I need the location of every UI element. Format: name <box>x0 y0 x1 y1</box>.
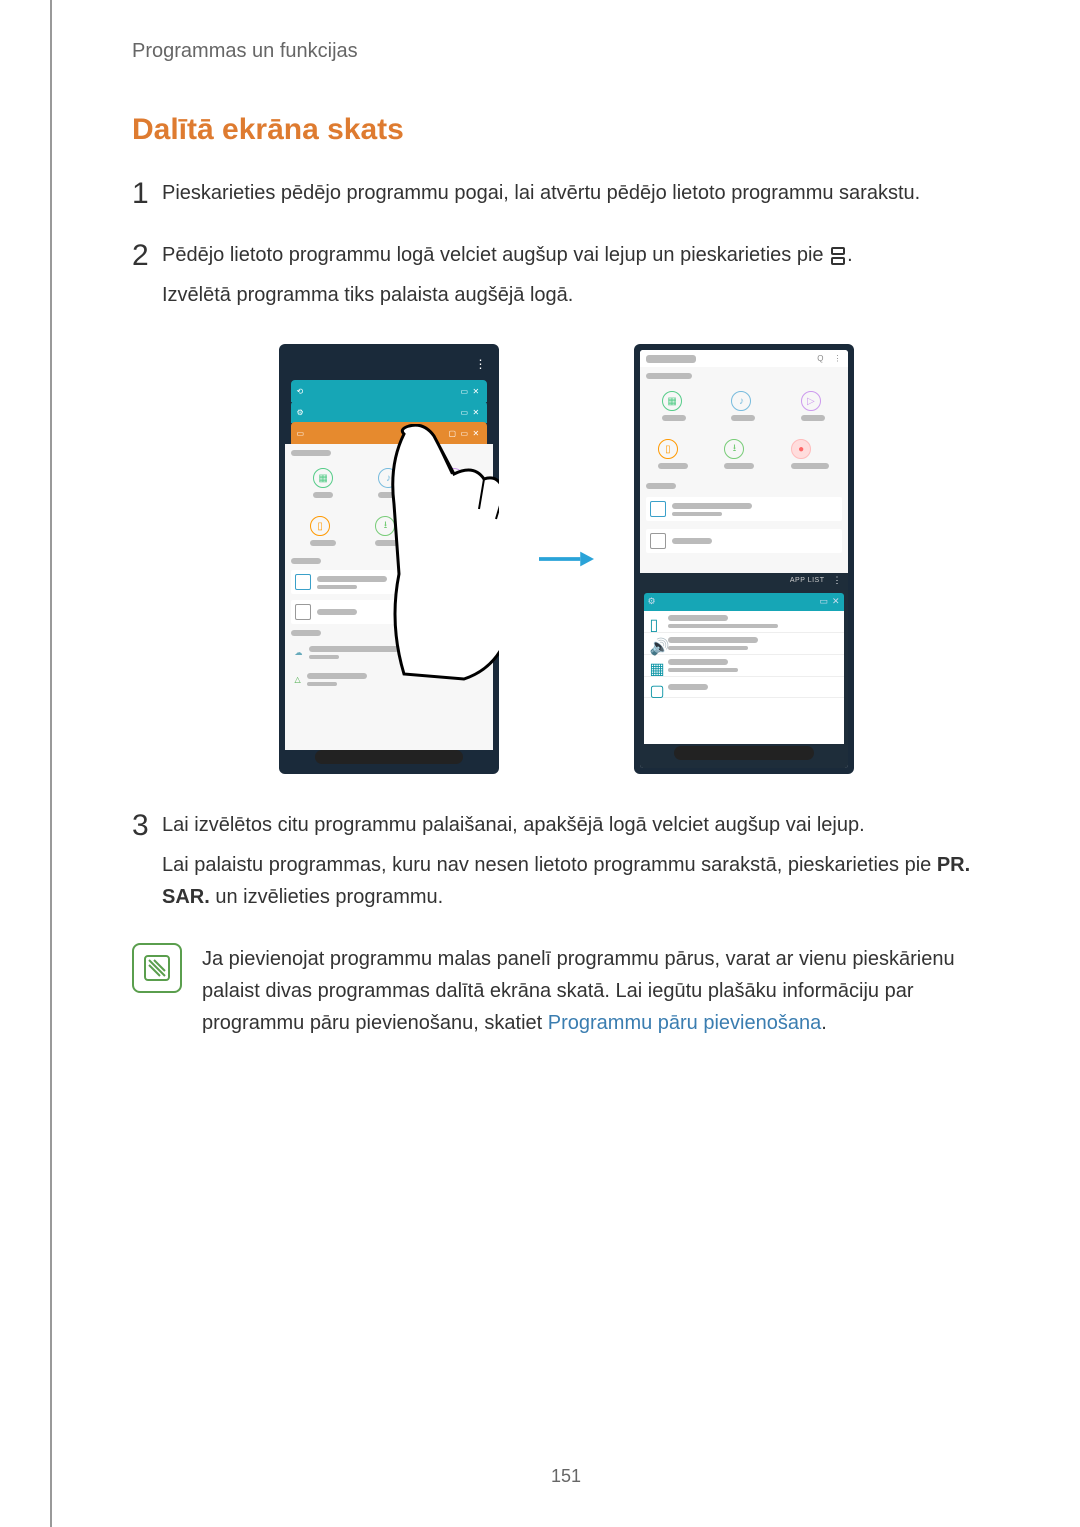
search-icon: Q <box>817 354 823 363</box>
step-3-text-line1: Lai izvēlētos citu programmu palaišanai,… <box>162 809 1000 841</box>
step-2: 2 Pēdējo lietoto programmu logā velciet … <box>132 239 1000 319</box>
step-2-text-line2: Izvēlētā programma tiks palaista augšējā… <box>162 279 1000 311</box>
header-section: Programmas un funkcijas <box>132 40 1000 63</box>
step-3-text-line2: Lai palaistu programmas, kuru nav nesen … <box>162 849 1000 913</box>
note-text-end: . <box>821 1012 827 1034</box>
more-icon: ⋮ <box>834 354 842 363</box>
app-list-label: APP LIST <box>790 577 825 584</box>
more-icon: ⋮ <box>833 575 842 586</box>
step-number: 2 <box>132 239 162 272</box>
phone-after: Q ⋮ ▦ ♪ ▷ ▯ ⭳ ● <box>634 344 854 774</box>
note-icon <box>132 943 182 993</box>
page-number: 151 <box>52 1466 1080 1487</box>
arrow-right-icon <box>539 549 594 569</box>
note-block: Ja pievienojat programmu malas panelī pr… <box>132 943 1000 1039</box>
step-number: 1 <box>132 177 162 210</box>
phone-before: ⋮ ⟲▭✕ ⚙▭✕ ▭▢▭✕ ▦ ♪ ▷ <box>279 344 499 774</box>
step-1-text: Pieskarieties pēdējo programmu pogai, la… <box>162 177 1000 209</box>
note-link[interactable]: Programmu pāru pievienošana <box>548 1012 822 1034</box>
section-title: Dalītā ekrāna skats <box>132 113 1000 147</box>
step-number: 3 <box>132 809 162 842</box>
split-screen-icon <box>829 249 847 263</box>
step-3: 3 Lai izvēlētos citu programmu palaišana… <box>132 809 1000 921</box>
step-1: 1 Pieskarieties pēdējo programmu pogai, … <box>132 177 1000 217</box>
step-2-text-line1: Pēdējo lietoto programmu logā velciet au… <box>162 239 1000 271</box>
instruction-figure: ⋮ ⟲▭✕ ⚙▭✕ ▭▢▭✕ ▦ ♪ ▷ <box>132 344 1000 774</box>
